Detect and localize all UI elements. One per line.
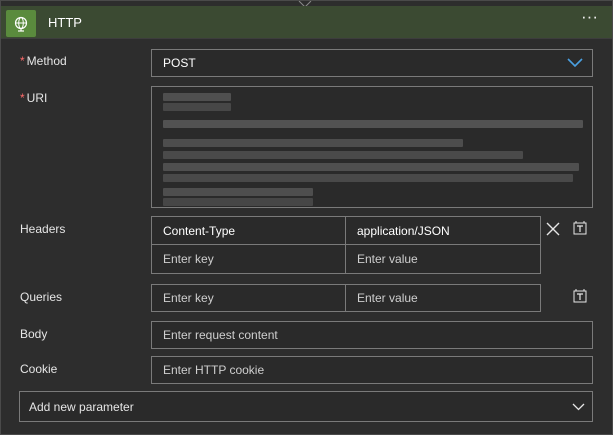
header-key-input[interactable]: Content-Type (151, 216, 346, 245)
method-value: POST (163, 56, 196, 70)
redacted-text (163, 174, 573, 182)
method-label: * Method (20, 54, 67, 68)
header-value-input[interactable]: application/JSON (345, 216, 541, 245)
uri-label: * URI (20, 91, 47, 105)
header-value-placeholder: Enter value (357, 252, 418, 266)
header-value-value: application/JSON (357, 223, 450, 238)
body-label: Body (20, 327, 48, 341)
query-key-placeholder: Enter key (163, 291, 214, 305)
more-options-icon[interactable]: ··· (581, 7, 598, 27)
redacted-text (163, 198, 313, 206)
header-value-input[interactable]: Enter value (345, 244, 541, 274)
redacted-text (163, 163, 579, 171)
chevron-down-icon (567, 58, 583, 68)
required-mark: * (20, 54, 25, 68)
header-key-placeholder: Enter key (163, 252, 214, 266)
body-input[interactable]: Enter request content (151, 321, 593, 349)
query-value-input[interactable]: Enter value (345, 284, 541, 312)
uri-input[interactable] (151, 86, 593, 208)
http-action-card: HTTP ··· * Method POST * URI Headers Conte… (0, 0, 613, 435)
chevron-down-icon (572, 403, 585, 411)
body-placeholder: Enter request content (163, 328, 278, 342)
text-mode-icon[interactable] (571, 219, 589, 237)
card-header[interactable]: HTTP ··· (1, 6, 612, 39)
cookie-input[interactable]: Enter HTTP cookie (151, 356, 593, 384)
required-mark: * (20, 91, 25, 105)
uri-label-text: URI (26, 91, 48, 105)
method-label-text: Method (26, 54, 67, 68)
text-mode-icon[interactable] (571, 287, 589, 305)
close-icon[interactable] (544, 220, 562, 238)
redacted-text (163, 120, 583, 128)
headers-label: Headers (20, 222, 66, 236)
redacted-text (163, 188, 313, 196)
header-key-input[interactable]: Enter key (151, 244, 346, 274)
globe-icon (6, 10, 36, 37)
redacted-text (163, 139, 463, 147)
cookie-placeholder: Enter HTTP cookie (163, 363, 265, 377)
add-parameter-label: Add new parameter (29, 399, 134, 414)
method-select[interactable]: POST (151, 49, 593, 77)
redacted-text (163, 103, 231, 111)
query-value-placeholder: Enter value (357, 291, 418, 305)
redacted-text (163, 93, 231, 101)
queries-label: Queries (20, 290, 63, 304)
header-key-value: Content-Type (163, 223, 236, 238)
query-key-input[interactable]: Enter key (151, 284, 346, 312)
cookie-label: Cookie (20, 362, 58, 376)
add-parameter-dropdown[interactable]: Add new parameter (19, 391, 593, 422)
card-title: HTTP (48, 15, 82, 30)
redacted-text (163, 151, 523, 159)
